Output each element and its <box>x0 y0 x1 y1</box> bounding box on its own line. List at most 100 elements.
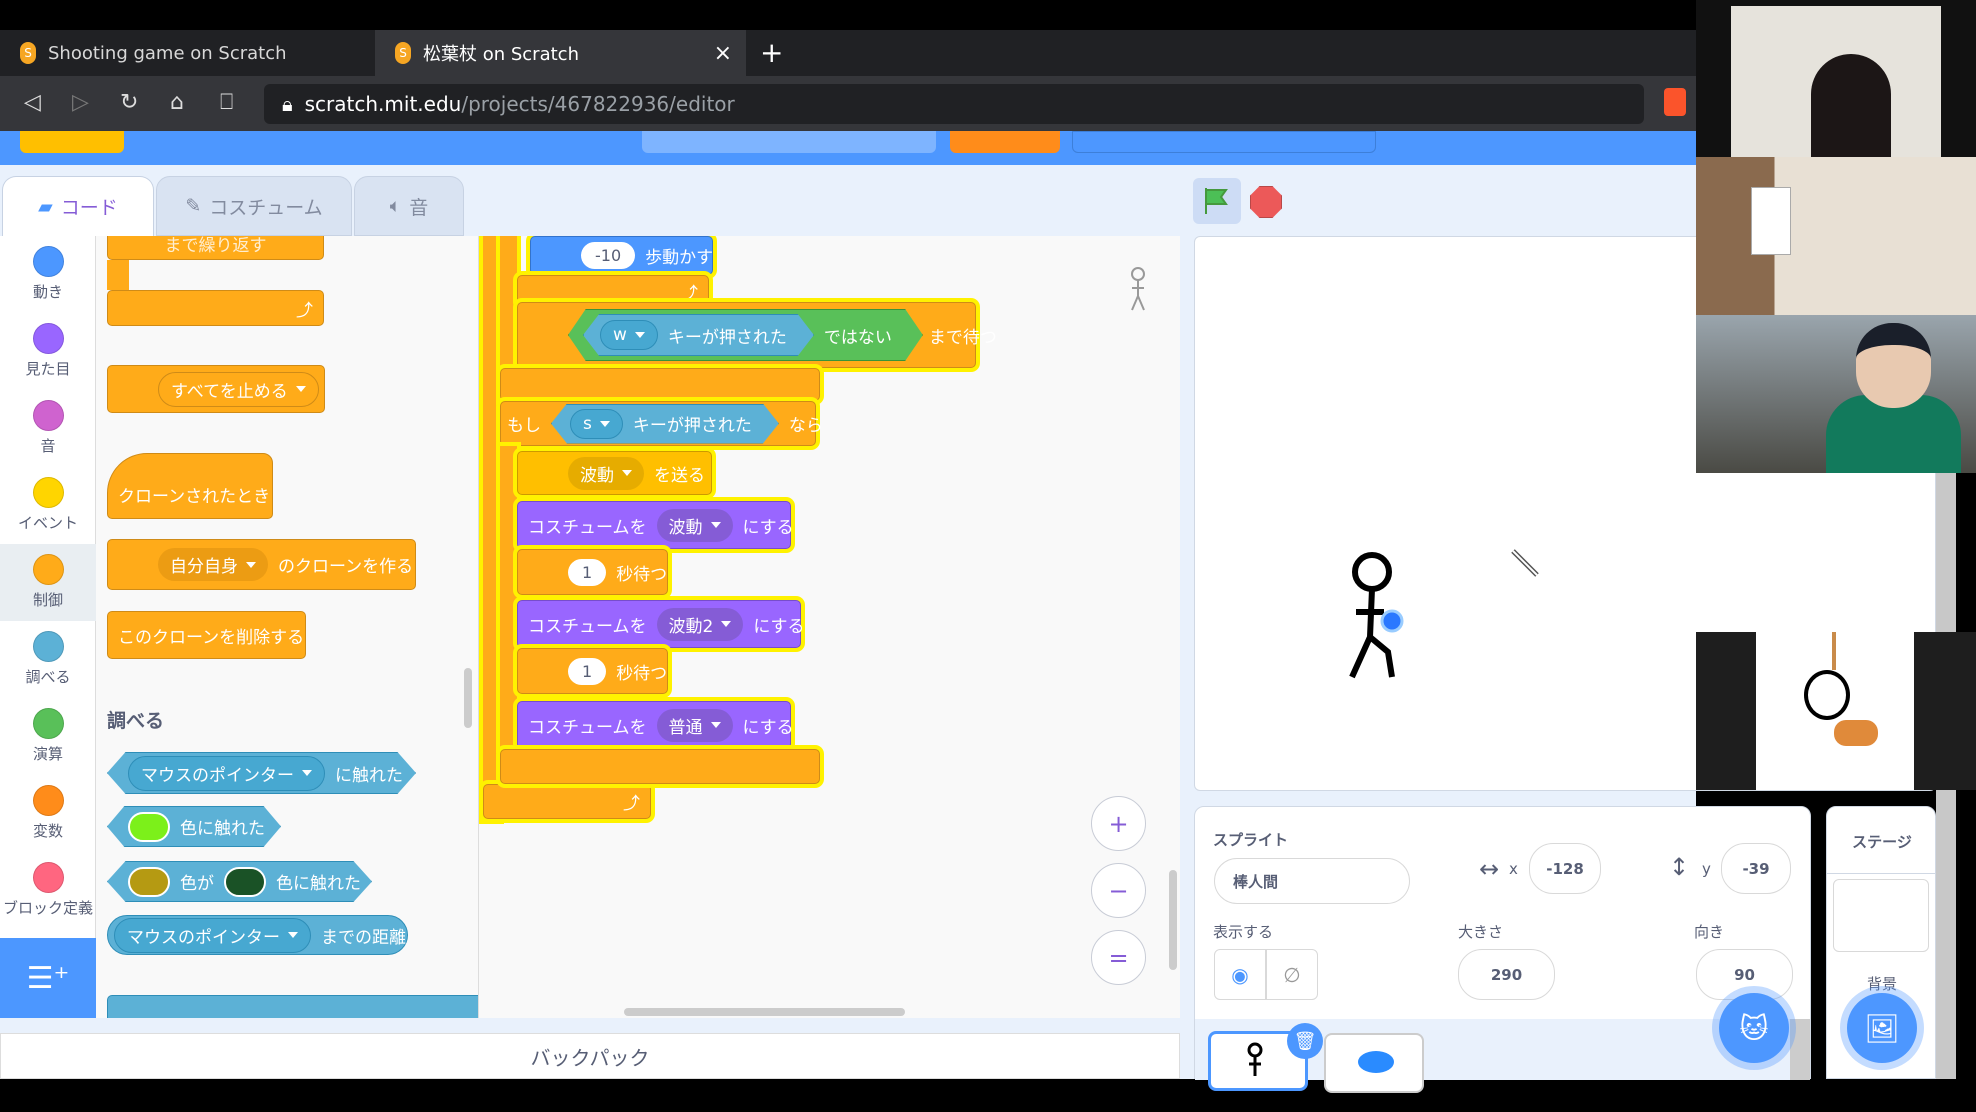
loop-bottom[interactable]: ⤴ <box>483 784 651 819</box>
browser-tab[interactable]: S Shooting game on Scratch <box>0 30 375 76</box>
stop-dropdown[interactable]: すべてを止める <box>158 371 319 407</box>
steps-input[interactable]: -10 <box>581 242 636 269</box>
direction-input[interactable]: 90 <box>1696 949 1793 1000</box>
bookmark-icon[interactable]: ⎕ <box>220 90 233 115</box>
backdrop-thumbnail[interactable] <box>1833 879 1929 952</box>
hide-sprite-button[interactable]: ∅ <box>1266 949 1318 1000</box>
url-bar[interactable]: 🔒︎ scratch.mit.edu/projects/467822936/ed… <box>264 84 1644 124</box>
block-switch-costume[interactable]: コスチュームを 波動 にする <box>517 501 794 549</box>
tab-costumes[interactable]: ✎ コスチューム <box>156 176 352 236</box>
block-switch-costume[interactable]: コスチュームを 普通 にする <box>517 701 794 749</box>
block-move-steps[interactable]: -10 歩動かす <box>530 236 713 275</box>
clone-target-dropdown[interactable]: 自分自身 <box>158 548 268 581</box>
key-dropdown[interactable]: w <box>600 320 658 350</box>
category-7[interactable]: 変数 <box>0 775 96 852</box>
category-5[interactable]: 調べる <box>0 621 96 698</box>
tab-code[interactable]: ▰ コード <box>2 176 154 236</box>
costume-dropdown[interactable]: 波動2 <box>656 607 744 641</box>
color-swatch[interactable] <box>128 866 170 897</box>
costume-dropdown[interactable]: 波動 <box>656 508 733 542</box>
block-switch-costume[interactable]: コスチュームを 波動2 にする <box>517 600 805 648</box>
block-color-touching-color[interactable]: 色が 色に触れた <box>107 861 372 902</box>
horizontal-scrollbar[interactable] <box>624 1008 905 1016</box>
block-create-clone[interactable]: 自分自身 のクローンを作る <box>107 539 416 590</box>
home-icon[interactable]: ⌂ <box>170 90 184 115</box>
scratch-logo[interactable] <box>20 131 124 153</box>
block-repeat-until-bottom[interactable]: ⤴ <box>107 290 324 326</box>
key-dropdown[interactable]: s <box>570 408 623 439</box>
sprite-thumb-wave[interactable] <box>1324 1033 1424 1093</box>
stick-figure-sprite[interactable] <box>1340 552 1410 687</box>
see-project-page-button[interactable] <box>1072 131 1376 153</box>
category-1[interactable]: 見た目 <box>0 313 96 390</box>
block-touching-color[interactable]: 色に触れた <box>107 806 281 847</box>
costume-dropdown[interactable]: 普通 <box>656 708 733 742</box>
distance-dropdown[interactable]: マウスのポインター <box>114 917 311 953</box>
block-text: まで繰り返す <box>164 236 267 256</box>
zoom-in-button[interactable]: + <box>1091 796 1146 851</box>
repeat-until-bottom[interactable] <box>500 368 820 401</box>
show-sprite-button[interactable]: ◉ <box>1214 949 1266 1000</box>
block-repeat-until[interactable]: まで繰り返す <box>107 236 324 260</box>
block-not[interactable]: w キーが押された ではない <box>568 309 923 361</box>
delete-sprite-button[interactable]: 🗑︎ <box>1287 1023 1323 1059</box>
palette-scrollbar[interactable] <box>464 668 472 728</box>
block-wait-until[interactable]: w キーが押された ではない まで待つ <box>517 302 997 368</box>
add-extension-button[interactable]: ☰⁺ <box>0 938 96 1018</box>
green-flag-button[interactable] <box>1193 178 1241 224</box>
reload-icon[interactable]: ↻ <box>120 90 138 115</box>
stage-selector[interactable]: ステージ 背景 🖼︎ <box>1826 806 1937 1079</box>
block-delete-clone[interactable]: このクローンを削除する <box>107 611 306 659</box>
block-ask-and-wait[interactable] <box>107 995 478 1018</box>
choose-backdrop-button[interactable]: 🖼︎ <box>1847 993 1917 1063</box>
size-input[interactable]: 290 <box>1458 949 1555 1000</box>
block-text: このクローンを削除する <box>118 627 305 648</box>
if-bottom[interactable] <box>500 749 820 784</box>
new-tab-button[interactable]: + <box>760 36 783 69</box>
block-touching[interactable]: マウスのポインター に触れた <box>107 752 416 794</box>
color-swatch[interactable] <box>224 866 266 897</box>
zoom-out-icon: − <box>1108 876 1129 905</box>
block-broadcast[interactable]: 波動 を送る <box>517 451 712 495</box>
seconds-input[interactable]: 1 <box>568 657 607 685</box>
category-4[interactable]: 制御 <box>0 544 96 621</box>
block-key-pressed[interactable]: s キーが押された <box>551 403 779 444</box>
category-3[interactable]: イベント <box>0 467 96 544</box>
block-wait[interactable]: 1 秒待つ <box>517 648 668 694</box>
close-tab-icon[interactable]: × <box>714 41 732 66</box>
y-input[interactable]: -39 <box>1721 843 1791 894</box>
back-icon[interactable]: ◁ <box>24 90 41 115</box>
brave-shield-icon[interactable] <box>1664 88 1686 116</box>
browser-tab-active[interactable]: S 松葉杖 on Scratch × <box>375 30 746 76</box>
project-title-input[interactable] <box>642 131 936 153</box>
sprite-name-input[interactable]: 棒人間 <box>1214 858 1410 904</box>
category-0[interactable]: 動き <box>0 236 96 313</box>
backpack[interactable]: バックパック <box>0 1033 1180 1079</box>
block-when-cloned[interactable]: クローンされたとき <box>107 453 273 519</box>
block-distance-to[interactable]: マウスのポインター までの距離 <box>107 915 408 955</box>
category-8[interactable]: ブロック定義 <box>0 852 96 929</box>
block-text: キーが押された <box>667 327 787 348</box>
forward-icon[interactable]: ▷ <box>72 90 89 115</box>
x-input[interactable]: -128 <box>1529 843 1601 894</box>
zoom-out-button[interactable]: − <box>1091 863 1146 918</box>
block-if[interactable]: もし s キーが押された なら <box>500 401 823 446</box>
category-6[interactable]: 演算 <box>0 698 96 775</box>
block-key-pressed[interactable]: w キーが押された <box>583 314 814 356</box>
category-2[interactable]: 音 <box>0 390 96 467</box>
color-swatch[interactable] <box>128 811 170 842</box>
tab-sounds[interactable]: 🔈︎ 音 <box>354 176 464 236</box>
touching-dropdown[interactable]: マウスのポインター <box>128 755 325 791</box>
stop-button[interactable] <box>1250 186 1282 218</box>
eye-slash-icon: ∅ <box>1283 962 1301 987</box>
message-dropdown[interactable]: 波動 <box>568 456 644 490</box>
choose-sprite-button[interactable]: 🐱︎ <box>1719 993 1789 1063</box>
block-wait[interactable]: 1 秒待つ <box>517 549 668 595</box>
vertical-scrollbar[interactable] <box>1169 870 1177 970</box>
avatar-image <box>1756 632 1914 790</box>
zoom-reset-button[interactable]: = <box>1091 930 1146 985</box>
block-stop-all[interactable]: すべてを止める <box>107 365 325 413</box>
share-button[interactable] <box>950 131 1060 153</box>
seconds-input[interactable]: 1 <box>568 558 607 586</box>
sprite-list-scrollbar[interactable] <box>1790 1019 1810 1080</box>
